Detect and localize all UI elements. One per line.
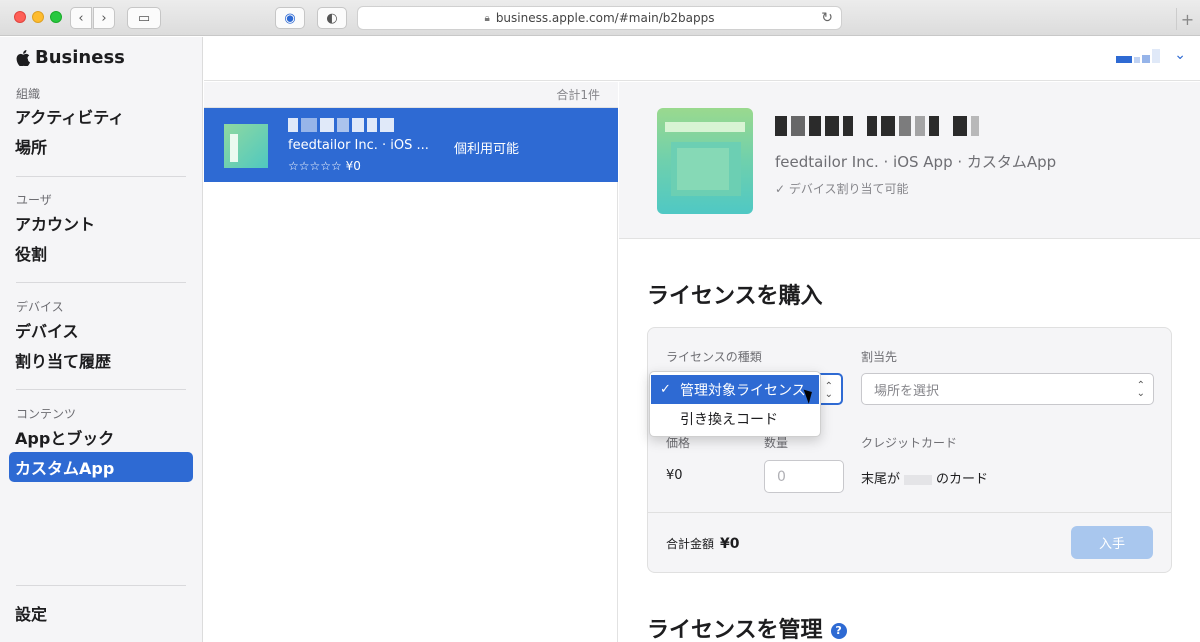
updown-chevron-icon: ⌃ ⌄ bbox=[824, 381, 833, 400]
sidebar-item-apps-books[interactable]: Appとブック bbox=[9, 422, 193, 452]
list-item[interactable]: feedtailor Inc. · iOS ... 個利用可能 ☆☆☆☆☆ ¥0 bbox=[204, 108, 618, 182]
zoom-window-button[interactable] bbox=[50, 11, 62, 23]
menu-item-redeem-code[interactable]: 引き換えコード bbox=[651, 404, 819, 433]
section-label-users: ユーザ bbox=[16, 193, 52, 207]
price-value: ¥0 bbox=[666, 468, 683, 483]
shield-icon[interactable]: ◐ bbox=[317, 7, 347, 29]
list-count: 合計1件 bbox=[204, 82, 618, 108]
menu-item-label: 管理対象ライセンス bbox=[680, 382, 806, 399]
app-name-redacted bbox=[288, 118, 394, 132]
avatar bbox=[1116, 56, 1132, 63]
sidebar: Business 組織 アクティビティ 場所 ユーザ アカウント 役割 デバイス… bbox=[0, 37, 203, 642]
plus-icon[interactable]: + bbox=[1176, 8, 1198, 30]
browser-toolbar: ‹ › ▭ ◉ ◐ 🔒︎ business.apple.com/#main/b2… bbox=[0, 0, 1200, 36]
url-text: business.apple.com/#main/b2bapps bbox=[495, 11, 715, 25]
apple-logo-icon bbox=[16, 49, 30, 66]
app-icon-large bbox=[657, 108, 753, 214]
license-type-menu: ✓ 管理対象ライセンス 引き換えコード bbox=[649, 371, 821, 437]
rating-price: ☆☆☆☆☆ ¥0 bbox=[288, 159, 361, 173]
brand: Business bbox=[16, 47, 125, 68]
sidebar-icon[interactable]: ▭ bbox=[127, 7, 161, 29]
quantity-placeholder: 0 bbox=[777, 468, 786, 485]
location-placeholder: 場所を選択 bbox=[874, 383, 940, 399]
total-value: ¥0 bbox=[720, 536, 740, 552]
menu-item-managed-license[interactable]: ✓ 管理対象ライセンス bbox=[651, 375, 819, 404]
updown-chevron-icon: ⌃ ⌄ bbox=[1136, 380, 1145, 399]
sidebar-item-devices[interactable]: デバイス bbox=[9, 315, 193, 345]
sidebar-item-settings[interactable]: 設定 bbox=[9, 598, 193, 628]
section-label-content: コンテンツ bbox=[16, 407, 77, 421]
address-bar[interactable]: 🔒︎ business.apple.com/#main/b2bapps ↻ bbox=[357, 6, 842, 30]
password-icon[interactable]: ◉ bbox=[275, 7, 305, 29]
top-header: ⌄ bbox=[204, 37, 1200, 81]
section-label-org: 組織 bbox=[16, 87, 41, 101]
app-detail: feedtailor Inc. · iOS App · カスタムApp ✓ デバ… bbox=[619, 82, 1200, 642]
manage-licenses-heading: ライセンスを管理? bbox=[647, 612, 847, 642]
sidebar-divider bbox=[16, 585, 186, 586]
minimize-window-button[interactable] bbox=[32, 11, 44, 23]
purchase-form: ライセンスの種類 割当先 ⌃ ⌄ 場所を選択 ⌃ ⌄ 価格 数量 クレジットカード … bbox=[647, 327, 1172, 573]
forward-icon[interactable]: › bbox=[93, 7, 115, 29]
assign-to-label: 割当先 bbox=[861, 350, 898, 364]
device-assignable-note: ✓ デバイス割り当て可能 bbox=[775, 180, 909, 197]
reload-icon[interactable]: ↻ bbox=[821, 10, 833, 26]
manage-licenses-text: ライセンスを管理 bbox=[647, 618, 823, 642]
brand-name: Business bbox=[35, 47, 125, 68]
app-subtitle: feedtailor Inc. · iOS ... bbox=[288, 138, 429, 153]
sidebar-divider bbox=[16, 282, 186, 283]
card-suffix: のカード bbox=[936, 472, 989, 487]
quantity-input[interactable]: 0 bbox=[764, 460, 844, 493]
availability-count: 個利用可能 bbox=[454, 142, 520, 157]
checkmark-icon: ✓ bbox=[660, 382, 671, 397]
chevron-down-icon[interactable]: ⌄ bbox=[1174, 47, 1186, 63]
menu-item-label: 引き換えコード bbox=[680, 411, 778, 428]
close-window-button[interactable] bbox=[14, 11, 26, 23]
card-prefix: 末尾が bbox=[861, 472, 901, 487]
credit-card-label: クレジットカード bbox=[861, 436, 958, 450]
sidebar-divider bbox=[16, 176, 186, 177]
card-description: 末尾が のカード bbox=[861, 468, 988, 487]
purchase-licenses-heading: ライセンスを購入 bbox=[647, 284, 823, 309]
license-type-label: ライセンスの種類 bbox=[666, 350, 762, 364]
back-icon[interactable]: ‹ bbox=[70, 7, 92, 29]
app-list: 合計1件 feedtailor Inc. · iOS ... 個利用可能 ☆☆☆… bbox=[204, 82, 618, 642]
device-assignable-text: デバイス割り当て可能 bbox=[788, 182, 909, 196]
check-icon: ✓ bbox=[775, 182, 789, 196]
sidebar-item-roles[interactable]: 役割 bbox=[9, 238, 193, 268]
lock-icon: 🔒︎ bbox=[484, 12, 490, 24]
total-label: 合計金額 bbox=[666, 537, 715, 551]
sidebar-item-locations[interactable]: 場所 bbox=[9, 131, 193, 161]
app-icon bbox=[224, 124, 268, 168]
app-name-redacted bbox=[775, 116, 979, 136]
app-subtitle: feedtailor Inc. · iOS App · カスタムApp bbox=[775, 153, 1057, 171]
user-menu[interactable] bbox=[1116, 49, 1160, 63]
sidebar-item-activity[interactable]: アクティビティ bbox=[9, 101, 193, 131]
avatar-pixel bbox=[1134, 57, 1140, 63]
total-amount: 合計金額 ¥0 bbox=[666, 535, 740, 552]
avatar-pixel bbox=[1142, 55, 1150, 63]
sidebar-item-custom-app[interactable]: カスタムApp bbox=[9, 452, 193, 482]
help-icon[interactable]: ? bbox=[830, 623, 847, 639]
avatar-pixel bbox=[1152, 49, 1160, 63]
detail-header: feedtailor Inc. · iOS App · カスタムApp ✓ デバ… bbox=[619, 82, 1200, 239]
section-label-devices: デバイス bbox=[16, 300, 64, 314]
sidebar-item-accounts[interactable]: アカウント bbox=[9, 208, 193, 238]
form-divider bbox=[648, 512, 1171, 513]
sidebar-item-assignment-history[interactable]: 割り当て履歴 bbox=[9, 345, 193, 375]
location-select[interactable]: 場所を選択 ⌃ ⌄ bbox=[861, 373, 1154, 405]
get-button[interactable]: 入手 bbox=[1071, 526, 1153, 559]
sidebar-divider bbox=[16, 389, 186, 390]
